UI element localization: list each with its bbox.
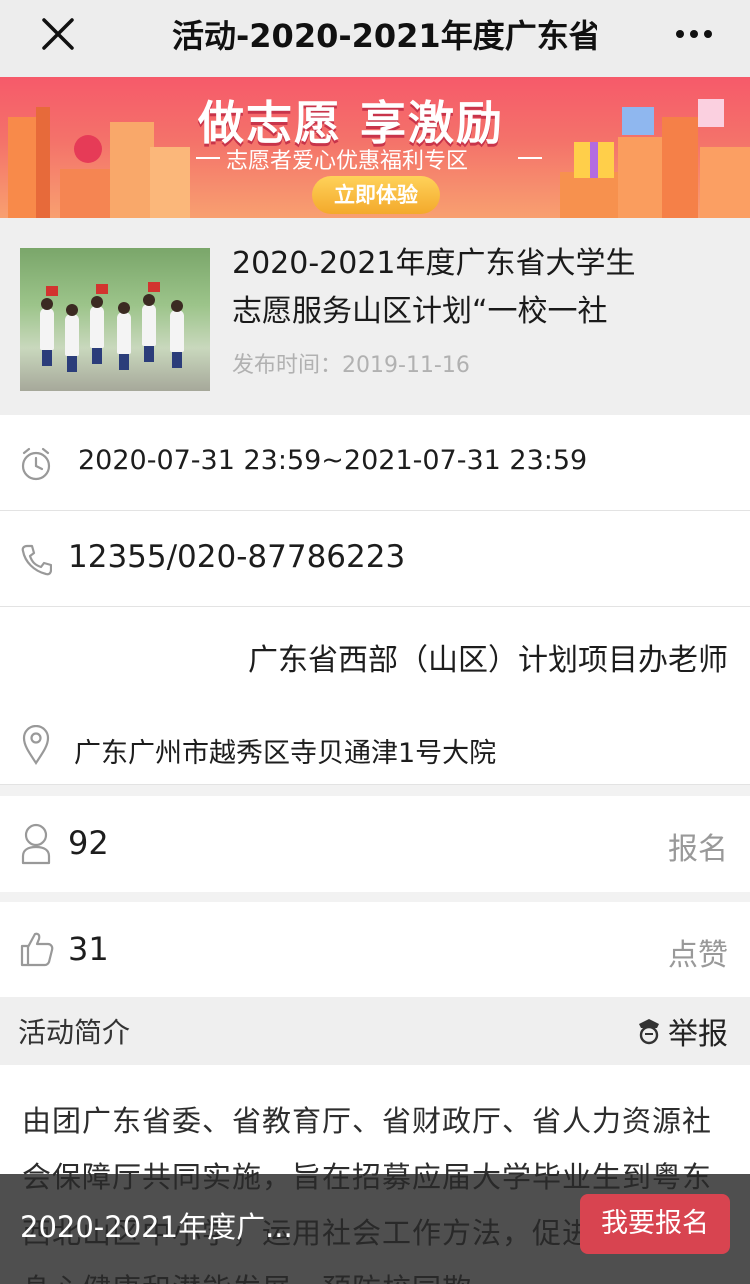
location-pin-icon	[22, 725, 50, 765]
activity-title-line: 2020-2021年度广东省大学生	[232, 246, 636, 281]
published-time: 发布时间：2019-11-16	[232, 347, 470, 379]
signups-row: 92 报名	[0, 796, 750, 892]
more-dots-icon[interactable]	[674, 22, 714, 46]
user-icon	[21, 823, 51, 865]
bottom-action-bar: 2020-2021年度广... 我要报名	[0, 1174, 750, 1284]
time-row: 2020-07-31 23:59~2021-07-31 23:59	[0, 415, 750, 511]
intro-heading: 活动简介	[18, 1016, 131, 1049]
divider	[518, 157, 542, 159]
activity-title: 2020-2021年度广东省大学生 志愿服务山区计划“一校一社	[232, 240, 672, 336]
promo-banner[interactable]: 做志愿 享激励 志愿者爱心优惠福利专区 立即体验	[0, 77, 750, 218]
activity-thumbnail	[20, 248, 210, 391]
phone-icon	[21, 544, 52, 576]
title-bar: 活动-2020-2021年度广东省	[0, 0, 750, 77]
report-label: 举报	[668, 1017, 728, 1052]
likes-count: 31	[68, 930, 109, 968]
police-badge-icon	[639, 1019, 659, 1045]
close-icon[interactable]	[38, 14, 78, 54]
likes-row[interactable]: 31 点赞	[0, 902, 750, 997]
signups-count: 92	[68, 824, 109, 862]
activity-title-line: 志愿服务山区计划“一校一社	[232, 294, 608, 329]
published-label: 发布时间：	[232, 353, 343, 378]
banner-subtitle: 志愿者爱心优惠福利专区	[226, 149, 469, 174]
likes-label: 点赞	[668, 938, 728, 973]
thumbs-up-icon[interactable]	[20, 930, 54, 968]
time-range: 2020-07-31 23:59~2021-07-31 23:59	[78, 445, 588, 476]
phone-number[interactable]: 12355/020-87786223	[68, 539, 405, 575]
contact-block: 广东省西部（山区）计划项目办老师 广东广州市越秀区寺贝通津1号大院	[0, 607, 750, 785]
intro-header: 活动简介 举报	[0, 997, 750, 1065]
divider	[196, 157, 220, 159]
page-title: 活动-2020-2021年度广东省	[172, 17, 597, 55]
banner-cta-button[interactable]: 立即体验	[312, 176, 440, 214]
signups-label: 报名	[668, 832, 728, 867]
signup-button[interactable]: 我要报名	[580, 1194, 730, 1254]
phone-row[interactable]: 12355/020-87786223	[0, 511, 750, 607]
contact-person: 广东省西部（山区）计划项目办老师	[248, 643, 728, 678]
activity-short-name: 2020-2021年度广...	[20, 1210, 293, 1244]
address[interactable]: 广东广州市越秀区寺贝通津1号大院	[74, 731, 496, 770]
published-date: 2019-11-16	[342, 353, 470, 378]
clock-icon	[21, 447, 51, 481]
report-button[interactable]: 举报	[636, 1009, 728, 1053]
